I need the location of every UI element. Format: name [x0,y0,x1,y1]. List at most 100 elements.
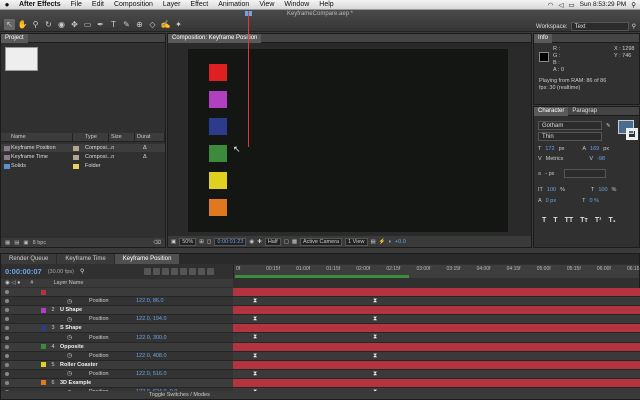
superscript-button[interactable]: T¹ [595,217,602,224]
layer-duration-bar[interactable] [233,360,640,369]
tab-keyframe-time[interactable]: Keyframe Time [57,254,114,264]
timeline-layer-row[interactable]: 5 Roller Coaster [1,360,640,370]
timeline-layer-row[interactable] [1,288,640,298]
property-track[interactable]: ⧗⧗ [233,333,640,342]
visibility-eye-icon[interactable] [5,344,9,349]
layer-name[interactable]: S Shape [60,325,82,331]
exposure-value[interactable]: +0.0 [395,239,406,245]
layer-duration-bar[interactable] [233,306,640,315]
menu-window[interactable]: Window [279,1,314,8]
tab-character[interactable]: Character [534,106,569,116]
stopwatch-icon[interactable]: ◷ [67,316,72,323]
kerning-value[interactable]: Metrics [546,156,564,162]
tracking-value[interactable]: -98 [597,156,605,162]
brainstorm-icon[interactable] [189,268,197,275]
red-square[interactable] [209,64,227,81]
faux-bold-button[interactable]: T [542,217,546,224]
keyframe-icon[interactable]: ⧗ [253,298,257,304]
draft-3d-icon[interactable] [153,268,161,275]
timeline-property-row[interactable]: ◷ Position 122.0, 516.0 ⧗ ⧗ [1,369,640,379]
property-track[interactable]: ⧗⧗ [233,315,640,324]
tab-info[interactable]: Info [534,33,553,43]
always-preview-icon[interactable]: ▣ [171,239,176,245]
workspace-select[interactable]: Text [570,22,629,31]
timeline-layer-row[interactable]: 4 Opposite [1,342,640,352]
hide-shy-layers-icon[interactable] [162,268,170,275]
layer-label-color[interactable] [41,362,46,368]
property-track[interactable]: ⧗⧗ [233,297,640,306]
resolution-select[interactable]: Half [264,237,281,246]
spotlight-icon[interactable]: ⚲ [631,1,636,9]
selection-tool-icon[interactable]: ↖ [4,19,15,30]
property-value[interactable]: 122.0, 300.0 [136,335,167,341]
tab-keyframe-position[interactable]: Keyframe Position [114,254,180,264]
yellow-square[interactable] [209,172,227,189]
stroke-width-value[interactable]: - px [545,171,554,177]
timeline-property-row[interactable]: ◷ Position 122.0, 300.0 ⧗ ⧗ [1,333,640,343]
visibility-eye-icon[interactable] [5,362,9,367]
keyframe-icon[interactable]: ⧗ [373,298,377,304]
visibility-eye-icon[interactable] [5,317,9,322]
safe-zones-icon[interactable]: ⊞ [199,239,204,245]
layer-label-color[interactable] [41,380,46,386]
visibility-eye-icon[interactable] [5,299,9,304]
layer-name[interactable]: Roller Coaster [60,362,98,368]
purple-square[interactable] [209,91,227,108]
battery-icon[interactable]: ▭ [568,1,574,9]
hand-tool-icon[interactable]: ✋ [17,19,28,30]
col-type[interactable]: Type [73,133,109,141]
green-square[interactable] [209,145,227,162]
timeline-layer-row[interactable]: 3 S Shape [1,324,640,334]
camera-view-select[interactable]: Active Camera [300,237,343,246]
rotate-tool-icon[interactable]: ↻ [43,19,54,30]
stopwatch-icon[interactable]: ◷ [67,352,72,359]
font-style-select[interactable]: Thin [538,132,602,141]
menu-clock[interactable]: Sun 8:53:29 PM [580,1,627,8]
layer-label-color[interactable] [41,307,46,313]
menu-app[interactable]: After Effects [14,1,66,8]
timeline-layer-row[interactable]: 6 3D Example [1,378,640,389]
keyframe-icon[interactable]: ⧗ [253,371,257,377]
stroke-type-select[interactable] [564,169,607,178]
keyframe-icon[interactable]: ⧗ [373,371,377,377]
leading-value[interactable]: 169 [590,146,599,152]
all-caps-button[interactable]: TT [565,217,574,224]
transparency-grid-icon[interactable]: ▩ [292,239,297,245]
visibility-eye-icon[interactable] [5,326,9,331]
keyframe-icon[interactable]: ⧗ [373,353,377,359]
property-value[interactable]: 122.0, 194.0 [136,316,167,322]
toggle-pixel-aspect-icon[interactable]: ▤ [371,239,376,245]
region-of-interest-icon[interactable]: ▢ [284,239,289,245]
visibility-eye-icon[interactable] [5,290,9,295]
stopwatch-icon[interactable]: ◷ [67,370,72,377]
horizontal-scale-value[interactable]: 100 [598,187,607,193]
puppet-tool-icon[interactable]: ✦ [173,19,184,30]
visibility-eye-icon[interactable] [5,380,9,385]
keyframe-icon[interactable]: ⧗ [373,334,377,340]
wifi-icon[interactable]: ◠ [548,1,554,9]
current-time-display[interactable]: 0:00:01:23 [214,237,247,246]
faux-italic-button[interactable]: T [553,217,557,224]
visibility-eye-icon[interactable] [5,353,9,358]
timeline-property-row[interactable]: ◷ Position 122.0, 408.0 ⧗ ⧗ [1,351,640,361]
graph-editor-icon[interactable] [207,268,215,275]
menu-edit[interactable]: Edit [87,1,109,8]
layer-duration-bar[interactable] [233,378,640,388]
layer-duration-bar[interactable] [233,342,640,351]
stopwatch-icon[interactable]: ◷ [67,298,72,305]
tab-project[interactable]: Project [1,33,28,43]
camera-tool-icon[interactable]: ◉ [56,19,67,30]
layer-label-color[interactable] [41,344,46,350]
zoom-tool-icon[interactable]: ⚲ [30,19,41,30]
stroke-color-swatch[interactable] [626,128,638,140]
keyframe-icon[interactable]: ⧗ [253,353,257,359]
col-size[interactable]: Size [109,133,135,141]
composition-canvas[interactable] [188,49,508,232]
blue-square[interactable] [209,118,227,135]
property-track[interactable]: ⧗⧗ [233,351,640,360]
project-item[interactable]: Keyframe Time Composi...n Δ [1,153,165,161]
keyframe-icon[interactable]: ⧗ [373,316,377,322]
frame-blending-icon[interactable] [171,268,179,275]
property-value[interactable]: 122.0, 408.0 [136,353,167,359]
trash-icon[interactable]: ⌫ [153,240,161,246]
